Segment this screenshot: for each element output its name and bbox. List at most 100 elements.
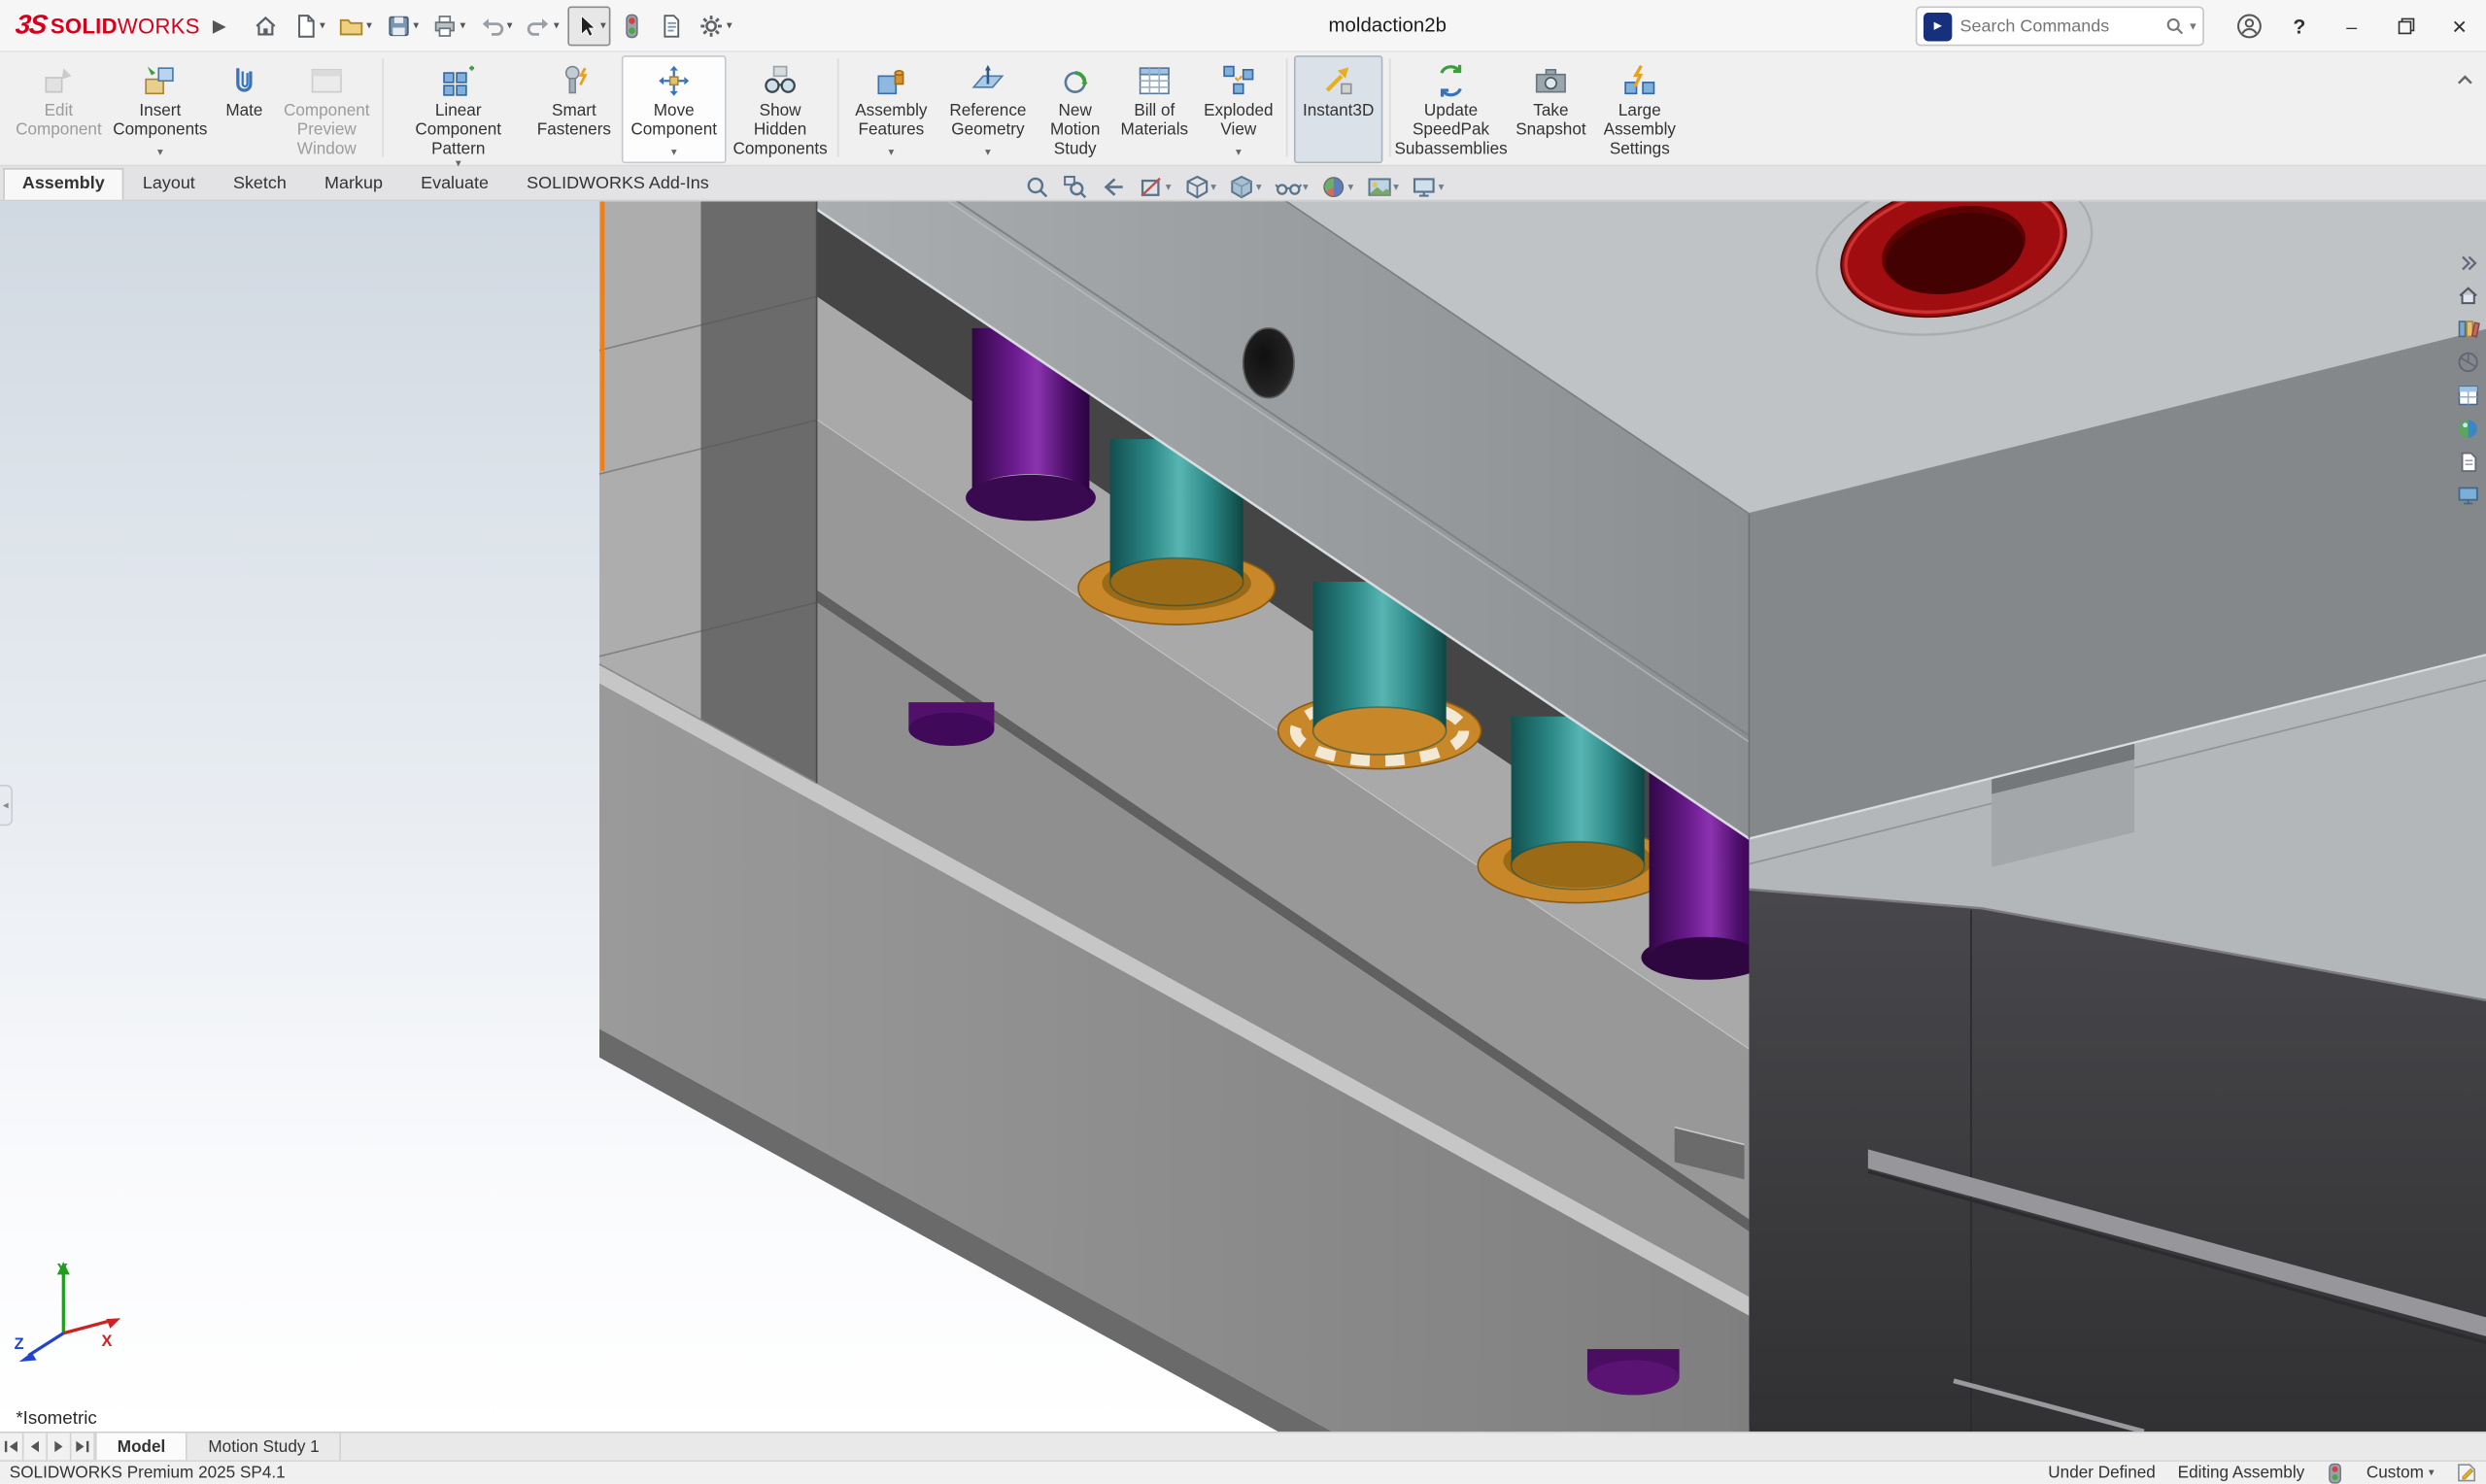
assembly-features-button[interactable]: Assembly Features ▾ (845, 55, 937, 163)
previous-view-button[interactable] (1098, 173, 1130, 201)
tab-assembly[interactable]: Assembly (3, 168, 123, 200)
view-orientation-label: *Isometric (16, 1409, 96, 1429)
zoom-to-area-button[interactable] (1059, 173, 1091, 201)
dropdown-caret-icon[interactable]: ▾ (1303, 181, 1309, 193)
tab-layout[interactable]: Layout (123, 168, 214, 200)
view-settings-button[interactable]: ▾ (1409, 173, 1447, 201)
open-document-button[interactable]: ▾ (333, 6, 377, 46)
undo-button[interactable]: ▾ (473, 6, 517, 46)
clamp-plate-hole[interactable] (1243, 328, 1294, 398)
design-library-button[interactable] (2452, 313, 2484, 346)
dropdown-caret-icon[interactable]: ▾ (888, 148, 894, 161)
left-face-light[interactable] (599, 201, 700, 720)
options-button[interactable]: ▾ (694, 6, 737, 46)
search-icon[interactable] (2164, 16, 2185, 36)
tab-sketch[interactable]: Sketch (214, 168, 305, 200)
new-document-button[interactable]: ▾ (287, 6, 330, 46)
tab-evaluate[interactable]: Evaluate (402, 168, 508, 200)
update-speedpak-button[interactable]: Update SpeedPak Subassemblies (1397, 55, 1505, 163)
new-motion-study-button[interactable]: New Motion Study (1039, 55, 1111, 163)
minimize-button[interactable]: – (2325, 0, 2378, 52)
feature-tree-flyout-handle[interactable]: ◂ (0, 785, 13, 826)
home-button[interactable] (247, 6, 284, 46)
dropdown-caret-icon[interactable]: ▾ (1210, 181, 1216, 193)
tab-markup[interactable]: Markup (305, 168, 401, 200)
x-axis-arrow[interactable] (106, 1318, 120, 1329)
print-button[interactable]: ▾ (426, 6, 470, 46)
dropdown-caret-icon[interactable]: ▾ (1236, 148, 1242, 161)
hide-show-items-button[interactable]: ▾ (1271, 173, 1311, 201)
display-style-button[interactable]: ▾ (1226, 173, 1265, 201)
view-orientation-button[interactable]: ▾ (1180, 173, 1219, 201)
zoom-to-fit-button[interactable] (1021, 173, 1053, 201)
instant3d-button[interactable]: Instant3D (1294, 55, 1382, 163)
insert-components-icon (141, 62, 179, 100)
close-button[interactable]: ✕ (2433, 0, 2486, 52)
tab-solidworks-add-ins[interactable]: SOLIDWORKS Add-Ins (508, 168, 729, 200)
return-pin-bottom[interactable] (1587, 1349, 1680, 1395)
custom-properties-button[interactable] (2452, 379, 2484, 412)
home-pane-button[interactable] (2452, 279, 2484, 312)
ribbon-collapse-button[interactable] (2456, 65, 2473, 93)
smart-fasteners-button[interactable]: Smart Fasteners (529, 55, 618, 163)
dropdown-caret-icon[interactable]: ▾ (1256, 181, 1262, 193)
exploded-view-button[interactable]: Exploded View ▾ (1197, 55, 1279, 163)
select-tool-button[interactable]: ▾ (567, 6, 611, 46)
dropdown-caret-icon[interactable]: ▾ (985, 148, 991, 161)
mate-button[interactable]: Mate (214, 55, 274, 163)
tab-motion-study-1[interactable]: Motion Study 1 (187, 1433, 341, 1461)
tab-scroll-last-button[interactable] (71, 1433, 94, 1461)
dropdown-caret-icon[interactable]: ▾ (2429, 1467, 2435, 1479)
large-assembly-settings-button[interactable]: Large Assembly Settings (1597, 55, 1683, 163)
graphics-area[interactable]: Y X Z *Isometric (0, 201, 2486, 1432)
solidworks-forum-button[interactable] (2452, 446, 2484, 479)
dropdown-caret-icon[interactable]: ▾ (671, 148, 677, 161)
tab-scroll-next-button[interactable] (48, 1433, 71, 1461)
user-account-button[interactable] (2223, 0, 2273, 52)
file-explorer-button[interactable] (2452, 346, 2484, 379)
menu-flyout-arrow-icon[interactable]: ▶ (213, 16, 226, 36)
search-commands-box[interactable]: ▸ ▾ (1916, 7, 2204, 47)
appearance-ball-icon (1321, 175, 1346, 200)
move-component-icon (655, 62, 693, 100)
search-input[interactable] (1960, 17, 2165, 36)
reference-geometry-button[interactable]: Reference Geometry ▾ (940, 55, 1036, 163)
dropdown-caret-icon[interactable]: ▾ (1166, 181, 1172, 193)
save-button[interactable]: ▾ (380, 6, 424, 46)
rebuild-button[interactable] (614, 6, 651, 46)
reference-triad[interactable]: Y X Z (13, 1254, 123, 1384)
move-component-button[interactable]: Move Component ▾ (622, 55, 727, 163)
section-view-button[interactable]: ▾ (1136, 173, 1175, 201)
dropdown-caret-icon[interactable]: ▾ (1393, 181, 1399, 193)
help-button[interactable]: ? (2274, 0, 2325, 52)
file-properties-button[interactable] (654, 6, 691, 46)
take-snapshot-button[interactable]: Take Snapshot (1508, 55, 1593, 163)
search-caret-icon[interactable]: ▾ (2190, 19, 2197, 34)
configuration-label[interactable]: Custom (2367, 1464, 2424, 1483)
show-hidden-components-button[interactable]: Show Hidden Components (730, 55, 831, 163)
linear-component-pattern-button[interactable]: Linear Component Pattern ▾ (391, 55, 527, 163)
3dexperience-pane-button[interactable] (2452, 479, 2484, 512)
tab-scroll-first-button[interactable] (0, 1433, 23, 1461)
tag-editor-icon[interactable] (2456, 1464, 2476, 1483)
3dexperience-chip-icon[interactable]: ▸ (1924, 12, 1952, 40)
dropdown-caret-icon[interactable]: ▾ (1348, 181, 1354, 193)
bill-of-materials-button[interactable]: Bill of Materials (1115, 55, 1195, 163)
apply-scene-button[interactable]: ▾ (1363, 173, 1402, 201)
return-pin-hidden[interactable] (908, 702, 994, 746)
appearances-scenes-button[interactable] (2452, 412, 2484, 445)
collapse-pane-button[interactable] (2452, 246, 2484, 279)
model-3d-view[interactable] (0, 201, 2486, 1432)
edit-appearance-button[interactable]: ▾ (1318, 173, 1357, 201)
tab-model[interactable]: Model (95, 1433, 187, 1461)
redo-button[interactable]: ▾ (521, 6, 564, 46)
configuration-selector[interactable]: Custom ▾ (2367, 1464, 2435, 1483)
maximize-button[interactable] (2378, 0, 2432, 52)
tab-scroll-prev-button[interactable] (23, 1433, 47, 1461)
insert-components-button[interactable]: Insert Components ▾ (110, 55, 211, 163)
mate-icon (225, 62, 263, 100)
left-face-dark[interactable] (700, 201, 816, 783)
sheet-icon (2456, 451, 2479, 474)
dropdown-caret-icon[interactable]: ▾ (157, 148, 163, 161)
dropdown-caret-icon[interactable]: ▾ (1439, 181, 1445, 193)
